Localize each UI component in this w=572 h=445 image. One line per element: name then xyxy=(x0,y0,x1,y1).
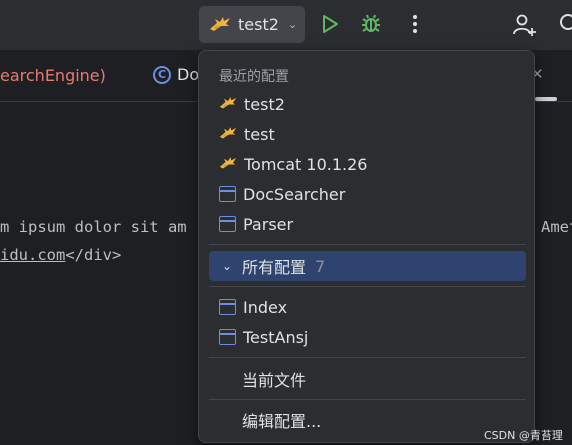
config-item-label: TestAnsj xyxy=(243,327,309,347)
config-item-label: DocSearcher xyxy=(243,184,346,204)
config-item-label: Index xyxy=(243,297,288,317)
code-line: m ipsum dolor sit am xyxy=(0,218,187,236)
all-configurations-label: 所有配置 xyxy=(242,258,307,277)
current-file-item[interactable]: 当前文件 xyxy=(209,364,526,394)
tab-doc[interactable]: C Do xyxy=(153,65,199,84)
tab-doc-label: Do xyxy=(177,65,200,84)
run-config-popup: 最近的配置 test2 test Tomcat 10.1.26 DocSearc… xyxy=(198,50,535,443)
more-vertical-icon[interactable] xyxy=(403,12,427,36)
code-tag: </div> xyxy=(65,246,122,264)
config-item-test[interactable]: test xyxy=(209,119,526,149)
config-item-parser[interactable]: Parser xyxy=(209,209,526,239)
config-item-docsearcher[interactable]: DocSearcher xyxy=(209,179,526,209)
current-file-label: 当前文件 xyxy=(242,371,307,390)
separator xyxy=(209,244,526,245)
all-configurations-count: 7 xyxy=(315,256,326,276)
application-icon xyxy=(219,216,236,232)
separator xyxy=(209,286,526,287)
popup-header: 最近的配置 xyxy=(219,69,289,85)
class-icon: C xyxy=(153,65,171,84)
separator xyxy=(209,399,526,400)
tab-search-engine[interactable]: earchEngine) xyxy=(0,66,106,85)
config-item-tomcat[interactable]: Tomcat 10.1.26 xyxy=(209,149,526,179)
all-configurations-item[interactable]: ⌄ 所有配置 7 xyxy=(209,251,526,281)
config-item-label: test xyxy=(244,124,275,144)
application-icon xyxy=(219,329,236,345)
config-item-label: Tomcat 10.1.26 xyxy=(244,154,368,174)
config-item-label: test2 xyxy=(244,94,285,114)
run-config-selector[interactable]: test2 ⌄ xyxy=(199,6,305,43)
watermark: CSDN @青苔理想 xyxy=(484,429,563,442)
code-line-right: Amet xyxy=(541,218,572,236)
code-line: idu.com</div> xyxy=(0,246,121,264)
config-item-test2[interactable]: test2 xyxy=(209,89,526,119)
code-link[interactable]: idu.com xyxy=(0,246,65,264)
config-item-index[interactable]: Index xyxy=(209,292,526,322)
add-user-icon[interactable] xyxy=(512,12,536,36)
config-item-label: Parser xyxy=(243,214,294,234)
tomcat-icon xyxy=(219,94,237,114)
scroll-indicator[interactable] xyxy=(535,97,557,101)
config-item-testansj[interactable]: TestAnsj xyxy=(209,322,526,352)
bug-icon[interactable] xyxy=(359,12,383,36)
edit-configurations-label: 编辑配置... xyxy=(242,412,322,431)
tomcat-icon xyxy=(209,14,231,36)
main-toolbar: test2 ⌄ xyxy=(0,0,572,50)
edit-configurations-item[interactable]: 编辑配置... xyxy=(209,405,526,435)
application-icon xyxy=(219,186,236,202)
chevron-down-icon: ⌄ xyxy=(287,18,298,31)
chevron-down-icon: ⌄ xyxy=(221,259,233,273)
play-icon[interactable] xyxy=(318,12,342,36)
run-config-label: test2 xyxy=(238,15,279,34)
tomcat-icon xyxy=(219,154,237,174)
tomcat-icon xyxy=(219,124,237,144)
application-icon xyxy=(219,299,236,315)
separator xyxy=(209,357,526,358)
search-icon[interactable] xyxy=(558,12,572,36)
